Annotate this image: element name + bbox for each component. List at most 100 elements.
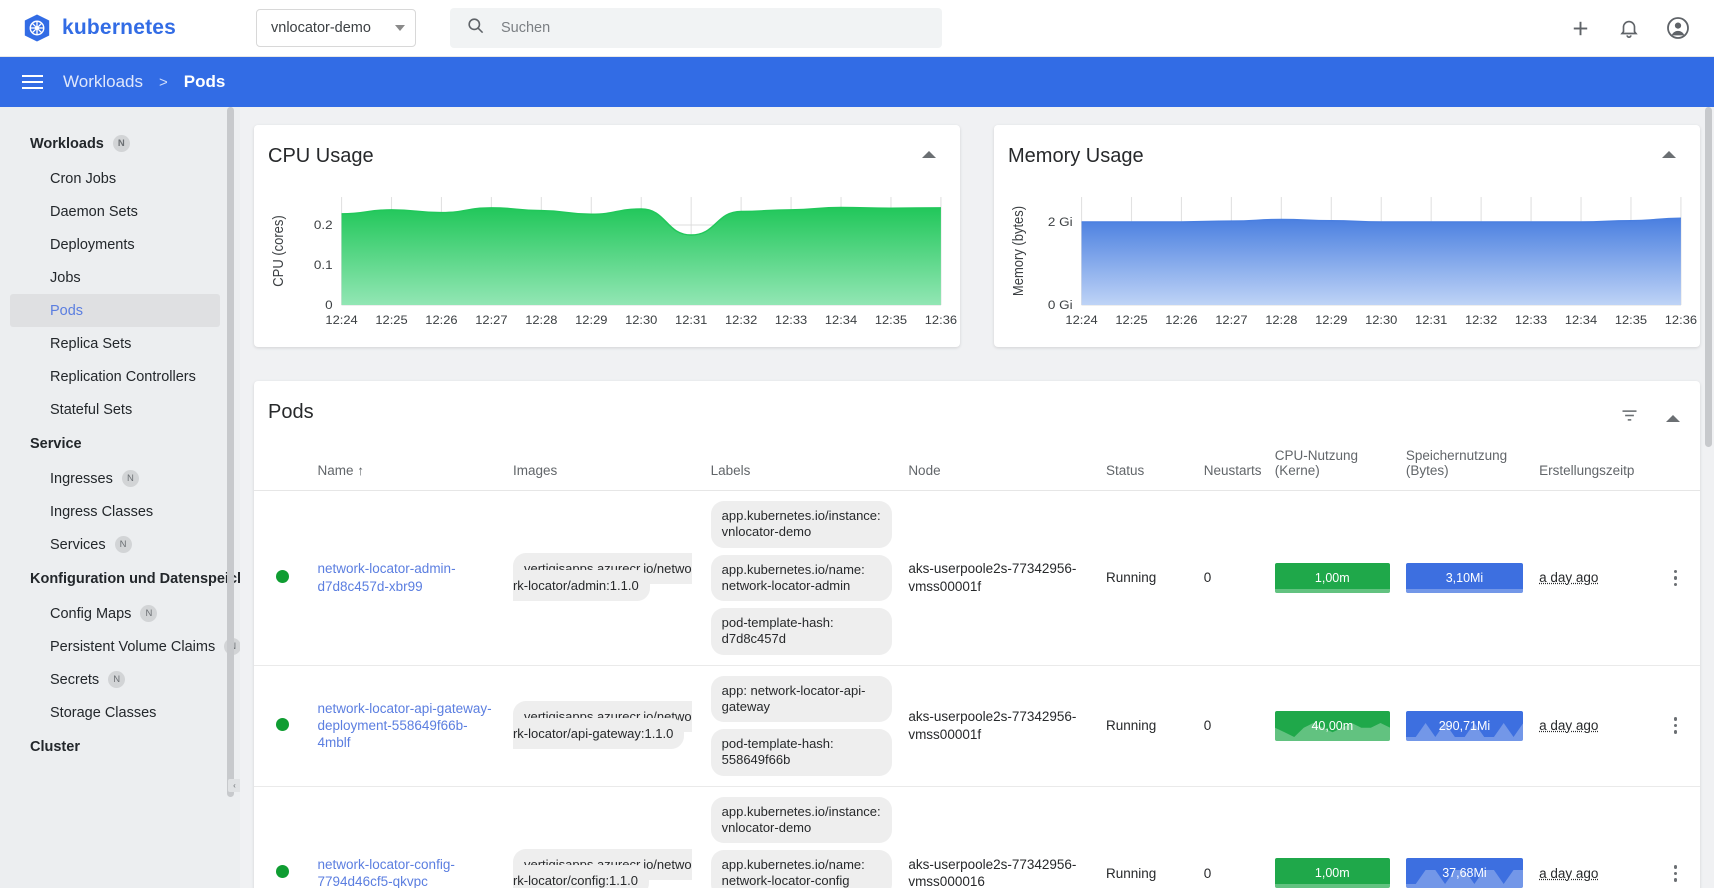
creation-time[interactable]: a day ago bbox=[1539, 866, 1598, 881]
sidebar-item-label: Stateful Sets bbox=[50, 401, 133, 418]
creation-time[interactable]: a day ago bbox=[1539, 570, 1598, 585]
cpu-usage-sparkline[interactable]: 1,00m bbox=[1274, 858, 1390, 888]
svg-text:12:24: 12:24 bbox=[325, 314, 358, 327]
pods-card-header: Pods bbox=[254, 381, 1700, 424]
chevron-up-icon[interactable] bbox=[1662, 151, 1676, 158]
table-row[interactable]: network-locator-api-gateway-deployment-5… bbox=[254, 665, 1700, 787]
sidebar-item-label: Storage Classes bbox=[50, 704, 157, 721]
sidebar-item-ingress-classes[interactable]: Ingress Classes bbox=[10, 495, 220, 528]
table-header-sublabel: (Kerne) bbox=[1274, 463, 1320, 478]
svg-text:2 Gi: 2 Gi bbox=[1048, 215, 1073, 229]
label-chip: pod-template-hash: d7d8c457d bbox=[710, 608, 893, 655]
search-input[interactable]: Suchen bbox=[450, 8, 942, 48]
sidebar-scrollbar[interactable] bbox=[227, 107, 237, 888]
main-content: CPU Usage 0 0.1 0.2 12:24 12:25 12:26 12:27 12:… bbox=[240, 107, 1714, 888]
sidebar-item-pods[interactable]: Pods bbox=[10, 294, 220, 327]
cpu-usage-title: CPU Usage bbox=[268, 145, 374, 167]
pod-name-cell: network-locator-admin-d7d8c457d-xbr99 bbox=[309, 490, 505, 666]
sidebar-item-replication-controllers[interactable]: Replication Controllers bbox=[10, 360, 220, 393]
sidebar-item-persistent-volume-claims[interactable]: Persistent Volume ClaimsN bbox=[10, 630, 240, 663]
status-dot-icon bbox=[276, 865, 289, 879]
sidebar-item-label: Ingress Classes bbox=[50, 503, 154, 520]
svg-text:12:32: 12:32 bbox=[725, 314, 758, 327]
svg-text:12:36: 12:36 bbox=[1665, 314, 1698, 327]
sidebar-collapse-button[interactable]: ‹ bbox=[228, 779, 240, 792]
more-vert-icon[interactable] bbox=[1659, 717, 1692, 734]
cpu-usage-sparkline[interactable]: 40,00m bbox=[1274, 710, 1390, 741]
pod-memory-usage-cell: 37,68Mi bbox=[1397, 786, 1532, 888]
table-header-restarts[interactable]: Neustarts bbox=[1195, 438, 1267, 491]
pods-card-actions bbox=[1619, 405, 1680, 431]
pods-table: Name ↑ Images Labels Node Status Neustarts CPU… bbox=[254, 438, 1700, 888]
sidebar-scrollbar-thumb[interactable] bbox=[227, 107, 234, 797]
pod-name-link[interactable]: network-locator-config-7794d46cf5-qkvpc bbox=[318, 857, 455, 888]
pods-table-title: Pods bbox=[268, 401, 314, 423]
memory-usage-sparkline[interactable]: 37,68Mi bbox=[1405, 858, 1524, 888]
table-header-mem[interactable]: Speichernutzung (Bytes) bbox=[1397, 438, 1532, 491]
table-header-label: Name ↑ bbox=[317, 463, 365, 478]
sidebar-item-config-maps[interactable]: Config Maps N bbox=[10, 597, 220, 630]
pod-name-link[interactable]: network-locator-api-gateway-deployment-5… bbox=[318, 701, 492, 751]
table-header-name[interactable]: Name ↑ bbox=[309, 438, 505, 491]
pod-name-link[interactable]: network-locator-admin-d7d8c457d-xbr99 bbox=[318, 561, 456, 593]
creation-time[interactable]: a day ago bbox=[1539, 718, 1598, 733]
breadcrumb-parent[interactable]: Workloads bbox=[63, 72, 143, 92]
memory-usage-sparkline[interactable]: 290,71Mi bbox=[1405, 710, 1524, 741]
sidebar-group-label: Workloads bbox=[30, 135, 104, 152]
label-chip: app: network-locator-api-gateway bbox=[710, 675, 893, 722]
sidebar-item-jobs[interactable]: Jobs bbox=[10, 261, 220, 294]
chevron-up-icon[interactable] bbox=[1666, 414, 1680, 422]
cpu-usage-value: 40,00m bbox=[1311, 718, 1354, 733]
svg-text:0.1: 0.1 bbox=[314, 258, 333, 272]
sidebar-group-cluster: Cluster bbox=[0, 729, 240, 765]
table-row[interactable]: network-locator-admin-d7d8c457d-xbr99 ver… bbox=[254, 490, 1700, 666]
bell-icon[interactable] bbox=[1618, 17, 1640, 39]
main-scrollbar-thumb[interactable] bbox=[1705, 107, 1712, 447]
more-vert-icon[interactable] bbox=[1659, 865, 1692, 882]
sidebar-item-ingresses[interactable]: Ingresses N bbox=[10, 462, 220, 495]
filter-list-icon[interactable] bbox=[1619, 405, 1640, 431]
chevron-up-icon[interactable] bbox=[922, 151, 936, 158]
pod-status-cell: Running bbox=[1097, 665, 1196, 787]
sidebar-item-storage-classes[interactable]: Storage Classes bbox=[10, 696, 220, 729]
cpu-usage-sparkline[interactable]: 1,00m bbox=[1274, 562, 1390, 593]
svg-text:12:26: 12:26 bbox=[1165, 314, 1198, 327]
sidebar-nav: Workloads N Cron Jobs Daemon Sets Deployment… bbox=[0, 107, 240, 888]
sidebar-item-daemon-sets[interactable]: Daemon Sets bbox=[10, 195, 220, 228]
memory-usage-sparkline[interactable]: 3,10Mi bbox=[1405, 562, 1524, 593]
table-header-label: Status bbox=[1105, 463, 1145, 478]
table-row[interactable]: network-locator-config-7794d46cf5-qkvpc v… bbox=[254, 786, 1700, 888]
sidebar-item-deployments[interactable]: Deployments bbox=[10, 228, 220, 261]
image-chip: vertigisapps.azurecr.io/network-locator/… bbox=[512, 848, 692, 888]
sidebar-item-label: Jobs bbox=[50, 269, 81, 286]
sidebar-item-label: Cron Jobs bbox=[50, 170, 117, 187]
sidebar-item-cron-jobs[interactable]: Cron Jobs bbox=[10, 162, 220, 195]
hamburger-menu-icon[interactable] bbox=[18, 71, 47, 93]
table-header-labels[interactable]: Labels bbox=[702, 438, 901, 491]
pod-age-cell: a day ago bbox=[1531, 490, 1652, 666]
svg-text:12:28: 12:28 bbox=[1265, 314, 1298, 327]
sidebar-item-services[interactable]: Services N bbox=[10, 528, 220, 561]
namespace-selector[interactable]: vnlocator-demo bbox=[256, 9, 416, 47]
table-header-cpu[interactable]: CPU-Nutzung (Kerne) bbox=[1266, 438, 1398, 491]
svg-text:12:31: 12:31 bbox=[1415, 314, 1448, 327]
svg-text:12:36: 12:36 bbox=[925, 314, 958, 327]
table-header-status2[interactable]: Status bbox=[1097, 438, 1196, 491]
table-header-row: Name ↑ Images Labels Node Status Neustarts CPU… bbox=[254, 438, 1700, 491]
pod-node-cell: aks-userpoole2s-77342956-vmss00001f bbox=[900, 490, 1098, 666]
account-circle-icon[interactable] bbox=[1666, 16, 1690, 40]
table-header-images[interactable]: Images bbox=[504, 438, 703, 491]
pod-name-cell: network-locator-api-gateway-deployment-5… bbox=[309, 665, 505, 787]
table-header-age[interactable]: Erstellungszeitp bbox=[1531, 438, 1652, 491]
plus-icon[interactable] bbox=[1569, 17, 1592, 40]
sidebar-item-replica-sets[interactable]: Replica Sets bbox=[10, 327, 220, 360]
brand-logo[interactable]: kubernetes bbox=[0, 13, 240, 43]
table-header-node[interactable]: Node bbox=[900, 438, 1098, 491]
more-vert-icon[interactable] bbox=[1659, 569, 1692, 586]
metrics-charts-row: CPU Usage 0 0.1 0.2 12:24 12:25 12:26 12:27 12:… bbox=[254, 125, 1700, 347]
svg-text:12:33: 12:33 bbox=[1515, 314, 1548, 327]
pod-status-cell: Running bbox=[1097, 490, 1196, 666]
pod-memory-usage-cell: 3,10Mi bbox=[1397, 490, 1532, 666]
sidebar-item-secrets[interactable]: Secrets N bbox=[10, 663, 220, 696]
sidebar-item-stateful-sets[interactable]: Stateful Sets bbox=[10, 393, 220, 426]
